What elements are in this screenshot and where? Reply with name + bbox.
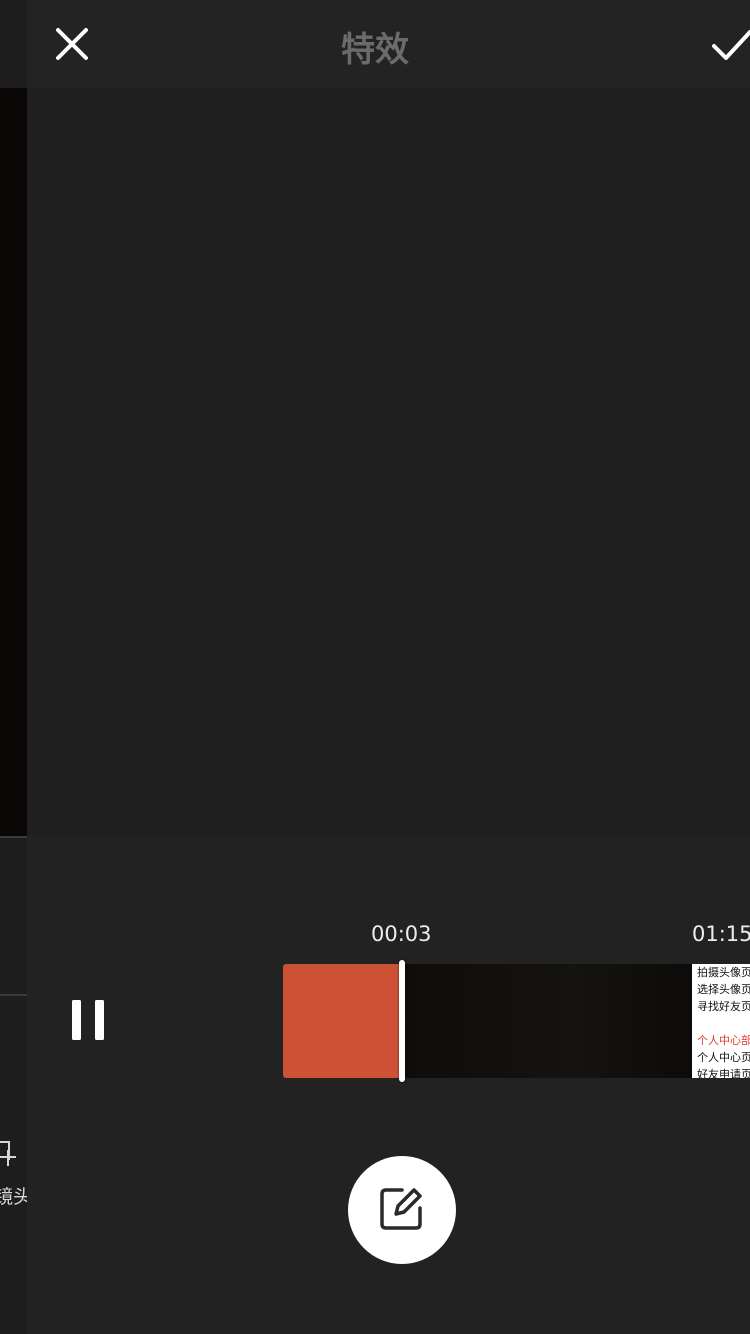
frame-text-line: 个人中心部 bbox=[697, 1034, 750, 1047]
frame-text-line: 拍摄头像页 bbox=[697, 966, 750, 979]
total-time: 01:15 bbox=[692, 922, 750, 946]
video-frame-thumbnail bbox=[403, 964, 692, 1078]
frame-text-line: 好友申请页 bbox=[697, 1068, 750, 1078]
current-time: 00:03 bbox=[371, 922, 432, 946]
edit-button[interactable] bbox=[348, 1156, 456, 1264]
frame-text-line: 选择头像页 bbox=[697, 983, 750, 996]
video-frame-thumbnail: 拍摄头像页 选择头像页 寻找好友页 个人中心部 个人中心页 好友申请页 bbox=[692, 964, 750, 1078]
timeline-track[interactable]: 拍摄头像页 选择头像页 寻找好友页 个人中心部 个人中心页 好友申请页 bbox=[283, 964, 750, 1078]
effects-screen: 镜头 特效 00:03 01:15 拍摄头像页 选择头像页 寻找好友页 个人中心… bbox=[0, 0, 750, 1334]
effect-segment[interactable] bbox=[283, 964, 403, 1078]
frame-text-line: 个人中心页 bbox=[697, 1051, 750, 1064]
page-title: 特效 bbox=[341, 30, 409, 70]
frame-text-line: 寻找好友页 bbox=[697, 1000, 750, 1013]
pause-icon[interactable] bbox=[64, 992, 112, 1048]
background-video-preview bbox=[0, 88, 27, 836]
divider bbox=[0, 994, 27, 996]
edit-icon bbox=[380, 1188, 422, 1230]
video-preview bbox=[27, 88, 750, 836]
background-editor-panel: 镜头 bbox=[0, 0, 32, 1334]
frame-text-line bbox=[692, 1015, 750, 1032]
playhead[interactable] bbox=[399, 960, 405, 1082]
divider bbox=[0, 836, 27, 838]
checkmark-icon[interactable] bbox=[706, 24, 750, 68]
add-clip-icon[interactable] bbox=[0, 1140, 20, 1170]
